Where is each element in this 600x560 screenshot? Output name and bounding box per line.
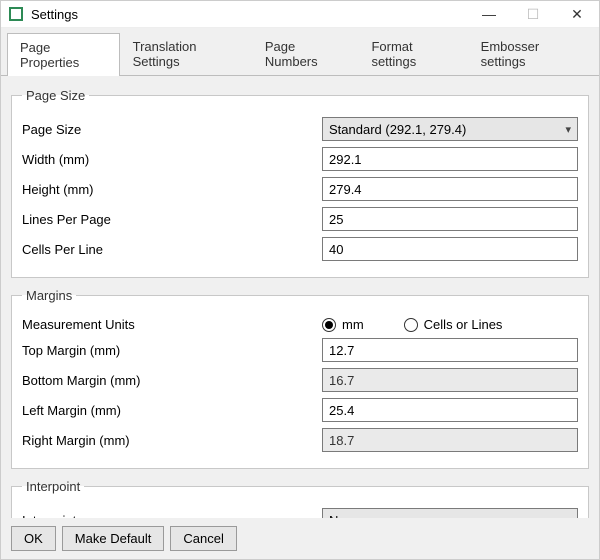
bottom-margin-input[interactable] <box>322 368 578 392</box>
minimize-button[interactable]: — <box>467 1 511 27</box>
page-size-legend: Page Size <box>22 88 89 103</box>
tab-content: Page Size Page Size Standard (292.1, 279… <box>1 76 599 518</box>
minimize-icon: — <box>482 6 496 22</box>
tab-page-numbers[interactable]: Page Numbers <box>252 32 359 75</box>
window-title: Settings <box>31 7 78 22</box>
top-margin-input[interactable] <box>322 338 578 362</box>
cells-per-line-label: Cells Per Line <box>22 242 322 257</box>
cells-per-line-input[interactable] <box>322 237 578 261</box>
margins-legend: Margins <box>22 288 76 303</box>
radio-unchecked-icon <box>404 318 418 332</box>
right-margin-label: Right Margin (mm) <box>22 433 322 448</box>
close-icon: ✕ <box>571 6 583 23</box>
units-cells-option[interactable]: Cells or Lines <box>404 317 503 332</box>
maximize-icon: ☐ <box>527 6 540 23</box>
tab-embosser-settings[interactable]: Embosser settings <box>468 32 593 75</box>
margins-group: Margins Measurement Units mm Cells or Li… <box>11 288 589 469</box>
ok-button[interactable]: OK <box>11 526 56 551</box>
lines-per-page-input[interactable] <box>322 207 578 231</box>
dialog-buttons: OK Make Default Cancel <box>1 518 599 559</box>
bottom-margin-label: Bottom Margin (mm) <box>22 373 322 388</box>
tab-page-properties[interactable]: Page Properties <box>7 33 120 76</box>
page-size-group: Page Size Page Size Standard (292.1, 279… <box>11 88 589 278</box>
tab-translation-settings[interactable]: Translation Settings <box>120 32 252 75</box>
height-label: Height (mm) <box>22 182 322 197</box>
left-margin-label: Left Margin (mm) <box>22 403 322 418</box>
interpoint-group: Interpoint Interpoint No ▾ <box>11 479 589 518</box>
units-mm-option[interactable]: mm <box>322 317 364 332</box>
width-label: Width (mm) <box>22 152 322 167</box>
page-size-label: Page Size <box>22 122 322 137</box>
units-mm-label: mm <box>342 317 364 332</box>
title-bar: Settings — ☐ ✕ <box>1 1 599 28</box>
app-icon <box>9 7 23 21</box>
radio-checked-icon <box>322 318 336 332</box>
measurement-units-label: Measurement Units <box>22 317 322 332</box>
chevron-down-icon: ▾ <box>559 123 571 136</box>
tab-format-settings[interactable]: Format settings <box>358 32 467 75</box>
lines-per-page-label: Lines Per Page <box>22 212 322 227</box>
interpoint-select[interactable]: No ▾ <box>322 508 578 518</box>
window-controls: — ☐ ✕ <box>467 1 599 27</box>
width-input[interactable] <box>322 147 578 171</box>
tabs: Page Properties Translation Settings Pag… <box>1 28 599 76</box>
cancel-button[interactable]: Cancel <box>170 526 236 551</box>
close-button[interactable]: ✕ <box>555 1 599 27</box>
right-margin-input[interactable] <box>322 428 578 452</box>
make-default-button[interactable]: Make Default <box>62 526 165 551</box>
left-margin-input[interactable] <box>322 398 578 422</box>
top-margin-label: Top Margin (mm) <box>22 343 322 358</box>
height-input[interactable] <box>322 177 578 201</box>
settings-window: Settings — ☐ ✕ Page Properties Translati… <box>0 0 600 560</box>
maximize-button: ☐ <box>511 1 555 27</box>
page-size-select-value: Standard (292.1, 279.4) <box>329 122 466 137</box>
units-cells-label: Cells or Lines <box>424 317 503 332</box>
page-size-select[interactable]: Standard (292.1, 279.4) ▾ <box>322 117 578 141</box>
interpoint-legend: Interpoint <box>22 479 84 494</box>
